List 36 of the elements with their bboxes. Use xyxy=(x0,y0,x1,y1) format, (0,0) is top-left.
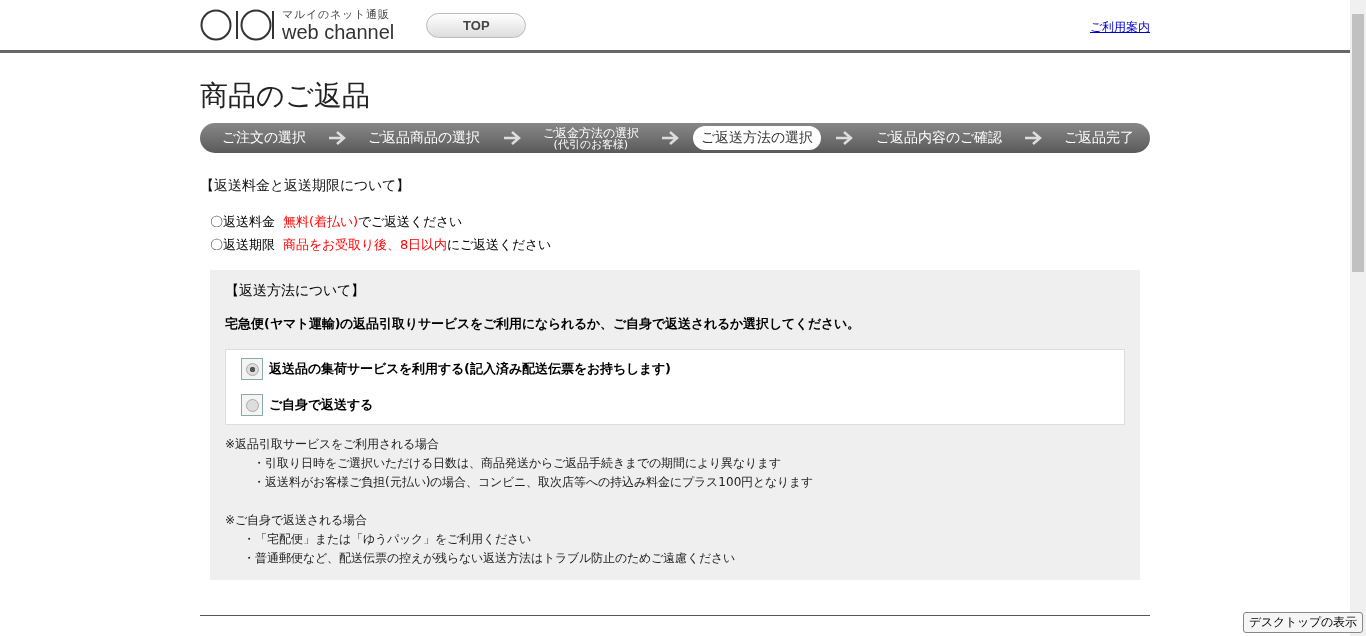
step-item: ご返品商品の選択 xyxy=(367,128,482,147)
radio-button[interactable] xyxy=(241,358,263,380)
page-title: 商品のご返品 xyxy=(200,78,371,114)
radio-button[interactable] xyxy=(241,394,263,416)
arrow-icon xyxy=(502,131,521,145)
note-title: ※返品引取サービスをご利用される場合 xyxy=(225,436,441,453)
option-label[interactable]: ご自身で返送する xyxy=(269,396,373,414)
arrow-icon xyxy=(835,131,854,145)
guide-link[interactable]: ご利用案内 xyxy=(1090,19,1150,36)
section-heading: 【返送方法について】 xyxy=(225,282,366,300)
note-text: ・返送料がお客様ご負担(元払い)の場合、コンビニ、取次店等への持込み料金にプラス100円となります xyxy=(252,474,815,491)
logo-brand: web channel xyxy=(282,21,395,42)
logo-tagline: マルイのネット通販 xyxy=(282,8,391,20)
step-item: ご返送方法の選択 xyxy=(693,126,822,150)
step-item: ご返品内容のご確認 xyxy=(874,128,1003,147)
fee-label: 〇返送期限 xyxy=(210,236,275,254)
instruction-text: 宅急便(ヤマト運輸)の返品引取りサービスをご利用になられるか、ご自身で返送されるか選択してください。 xyxy=(225,316,862,333)
arrow-icon xyxy=(1023,131,1042,145)
note-text: ・普通郵便など、配送伝票の控えが残らない返送方法はトラブル防止のためご遠慮ください xyxy=(242,550,736,567)
step-item: ご返品完了 xyxy=(1062,128,1135,147)
note-text: ・「宅配便」または「ゆうパック」をご利用ください xyxy=(242,531,532,548)
fee-text: 商品をお受取り後、8日以内にご返送ください xyxy=(283,236,552,254)
step-item: ご返金方法の選択 (代引のお客様) xyxy=(541,124,640,152)
top-button[interactable]: TOP xyxy=(426,12,527,38)
logo-mark-icon xyxy=(200,8,274,42)
note-title: ※ご自身で返送される場合 xyxy=(225,512,369,529)
section-heading: 【返送料金と返送期限について】 xyxy=(200,177,411,195)
arrow-icon xyxy=(328,131,347,145)
desktop-view-button[interactable]: デスクトップの表示 xyxy=(1243,612,1363,633)
step-item: ご注文の選択 xyxy=(221,128,307,147)
fee-text: 無料(着払い)でご返送ください xyxy=(283,213,463,231)
scrollbar-thumb[interactable] xyxy=(1352,14,1364,272)
fee-label: 〇返送料金 xyxy=(210,213,275,231)
note-text: ・引取り日時をご選択いただける日数は、商品発送からご返品手続きまでの期間により異なります xyxy=(252,455,782,472)
option-label[interactable]: 返送品の集荷サービスを利用する(記入済み配送伝票をお持ちします) xyxy=(269,360,671,378)
arrow-icon xyxy=(660,131,679,145)
